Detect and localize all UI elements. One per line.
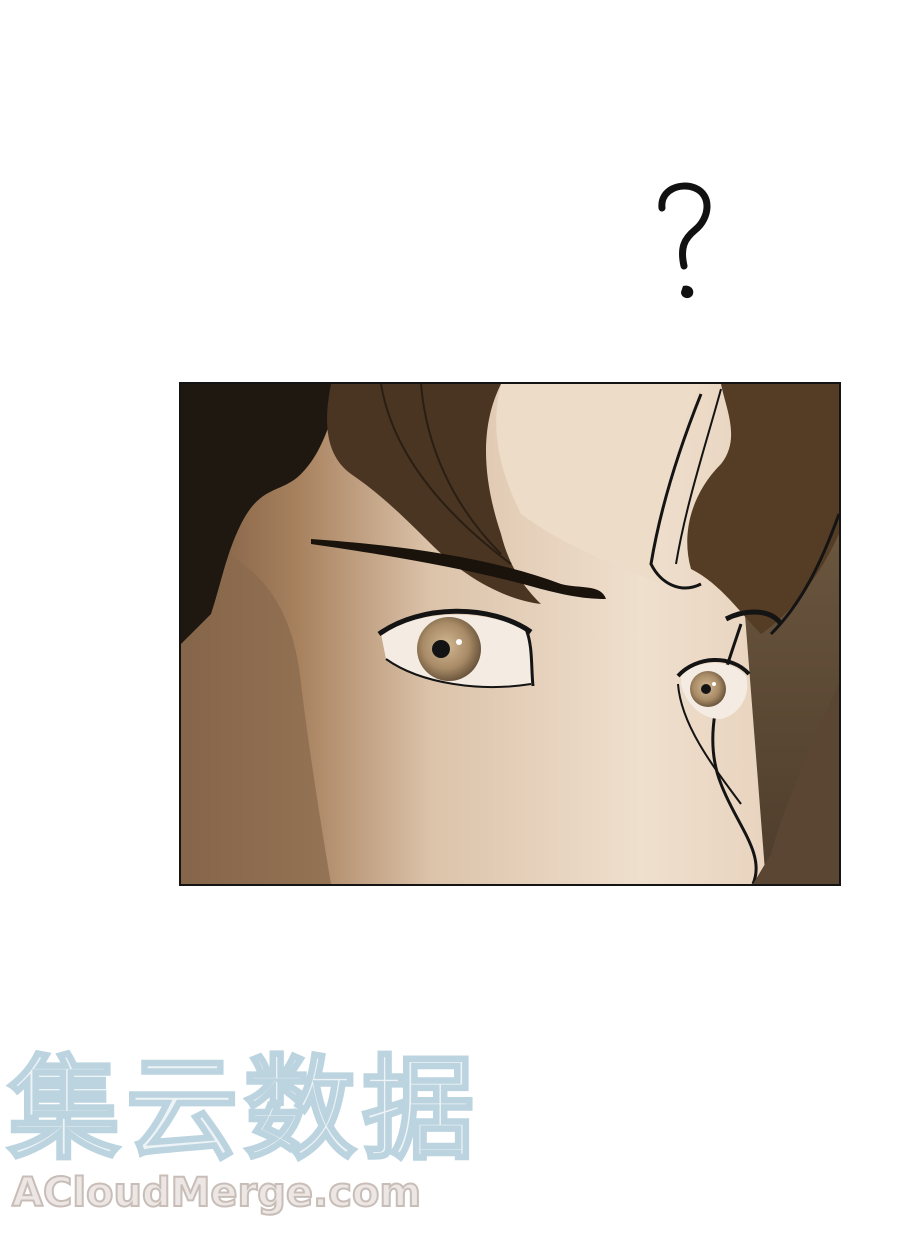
- question-mark-sfx: ?: [640, 168, 730, 318]
- comic-panel: [179, 382, 841, 886]
- watermark-latin-text: ACloudMerge.com: [11, 1169, 422, 1217]
- watermark: 集云数据 ACloudMerge.com: [7, 1045, 508, 1230]
- eyes-closeup-illustration: [181, 384, 839, 884]
- watermark-chinese-text: 集云数据: [7, 1045, 480, 1175]
- question-mark-icon: [658, 182, 711, 299]
